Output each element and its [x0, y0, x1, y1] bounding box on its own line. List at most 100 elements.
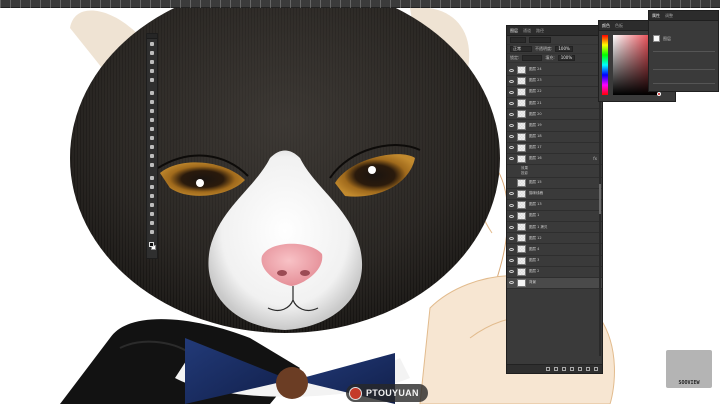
layer-row[interactable]: 图层 3: [507, 256, 602, 267]
shape-tool-icon[interactable]: [147, 201, 157, 209]
layer-row[interactable]: 图层 12: [507, 233, 602, 245]
clone-stamp-tool-icon[interactable]: [147, 116, 157, 124]
layer-thumbnail: [517, 154, 526, 163]
layer-row[interactable]: 图层 24: [507, 65, 602, 77]
layers-panel-tabs: 图层 通道 路径: [507, 26, 602, 36]
foreground-color-swatch[interactable]: [149, 242, 154, 247]
quick-select-tool-icon[interactable]: [147, 67, 157, 75]
adjustment-layer-icon[interactable]: [570, 367, 574, 371]
layer-effects-icon[interactable]: fx: [593, 156, 597, 161]
color-picker-handle[interactable]: [657, 92, 661, 96]
visibility-eye-icon[interactable]: [509, 236, 514, 240]
lock-fill-row: 锁定: 填充: 100%: [507, 54, 602, 63]
visibility-eye-icon[interactable]: [509, 146, 514, 150]
tab-swatches[interactable]: 色板: [615, 23, 623, 28]
properties-divider: [653, 51, 715, 52]
visibility-eye-icon[interactable]: [509, 281, 514, 285]
layer-row[interactable]: 图层 23: [507, 76, 602, 88]
visibility-eye-icon[interactable]: [509, 90, 514, 94]
layer-row[interactable]: 图层 2: [507, 267, 602, 278]
path-select-tool-icon[interactable]: [147, 192, 157, 200]
zoom-tool-icon[interactable]: [147, 219, 157, 227]
new-group-icon[interactable]: [578, 367, 582, 371]
layer-row[interactable]: 图层 17: [507, 143, 602, 154]
layer-thumbnail: [517, 234, 526, 243]
visibility-eye-icon[interactable]: [509, 135, 514, 139]
visibility-eye-icon[interactable]: [509, 270, 514, 274]
brush-tool-icon[interactable]: [147, 107, 157, 115]
layer-name: 图层 2: [529, 268, 540, 273]
visibility-eye-icon[interactable]: [509, 225, 514, 229]
layer-filter-icons[interactable]: [529, 37, 551, 43]
layer-row[interactable]: 图层 18: [507, 132, 602, 143]
type-tool-icon[interactable]: [147, 183, 157, 191]
tab-paths[interactable]: 路径: [536, 28, 544, 33]
opacity-input[interactable]: 100%: [555, 46, 573, 52]
layer-row[interactable]: 图层 19: [507, 120, 602, 132]
layer-row[interactable]: 猫咪线稿: [507, 189, 602, 201]
visibility-eye-icon[interactable]: [509, 68, 514, 72]
layer-row[interactable]: 图层 1: [507, 211, 602, 223]
fill-input[interactable]: 100%: [557, 55, 576, 61]
layer-row[interactable]: 图层 20: [507, 109, 602, 121]
visibility-eye-icon[interactable]: [509, 247, 514, 251]
layer-row[interactable]: 图层 15: [507, 178, 602, 189]
dodge-tool-icon[interactable]: [147, 161, 157, 169]
watermark-logo-icon: [349, 386, 362, 400]
move-tool-icon[interactable]: [147, 40, 157, 48]
layer-row[interactable]: 背景: [507, 277, 602, 289]
toolbar-grip[interactable]: [147, 34, 157, 39]
layer-name: 图层 15: [529, 180, 542, 185]
marquee-tool-icon[interactable]: [147, 49, 157, 57]
blur-tool-icon[interactable]: [147, 152, 157, 160]
new-layer-icon[interactable]: [586, 367, 590, 371]
visibility-eye-icon[interactable]: [509, 157, 514, 161]
visibility-eye-icon[interactable]: [509, 112, 514, 116]
history-brush-tool-icon[interactable]: [147, 125, 157, 133]
hand-tool-icon[interactable]: [147, 210, 157, 218]
tab-properties[interactable]: 属性: [652, 13, 660, 18]
pen-tool-icon[interactable]: [147, 174, 157, 182]
layer-row[interactable]: 图层 13: [507, 200, 602, 212]
layers-scrollbar[interactable]: [599, 66, 601, 356]
opacity-label: 不透明度:: [535, 46, 553, 51]
layer-row[interactable]: 图层 16 fx: [507, 154, 602, 165]
visibility-eye-icon[interactable]: [509, 192, 514, 196]
tab-channels[interactable]: 通道: [523, 28, 531, 33]
link-layers-icon[interactable]: [546, 367, 550, 371]
lasso-tool-icon[interactable]: [147, 58, 157, 66]
layer-thumbnail: [517, 110, 526, 119]
tab-layers[interactable]: 图层: [510, 28, 518, 33]
hue-slider[interactable]: [602, 35, 608, 95]
eyedropper-tool-icon[interactable]: [147, 89, 157, 97]
tab-adjustments[interactable]: 调整: [665, 13, 673, 18]
layer-row[interactable]: 图层 1 拷贝: [507, 222, 602, 234]
lock-icons[interactable]: [522, 55, 543, 61]
layer-row[interactable]: 图层 21: [507, 98, 602, 110]
trash-icon[interactable]: [594, 367, 598, 371]
tab-color[interactable]: 颜色: [602, 23, 610, 28]
blend-mode-select[interactable]: 正常: [510, 46, 532, 52]
healing-tool-icon[interactable]: [147, 98, 157, 106]
visibility-eye-icon[interactable]: [509, 79, 514, 83]
visibility-eye-icon[interactable]: [509, 101, 514, 105]
layer-effects-group[interactable]: 效果 投影: [507, 165, 602, 178]
visibility-eye-icon[interactable]: [509, 214, 514, 218]
mores-tool-icon[interactable]: [147, 228, 157, 236]
add-mask-icon[interactable]: [562, 367, 566, 371]
visibility-eye-icon[interactable]: [509, 124, 514, 128]
layer-name: 图层 4: [529, 246, 540, 251]
layer-name: 图层 17: [529, 144, 542, 149]
visibility-eye-icon[interactable]: [509, 259, 514, 263]
layers-panel: 图层 通道 路径 正常 不透明度: 100% 锁定: 填充: 100% 图层 2…: [506, 25, 603, 374]
layer-row[interactable]: 图层 22: [507, 87, 602, 99]
visibility-eye-icon[interactable]: [509, 181, 514, 184]
crop-tool-icon[interactable]: [147, 76, 157, 84]
blend-opacity-row: 正常 不透明度: 100%: [507, 45, 602, 54]
layer-row[interactable]: 图层 4: [507, 244, 602, 256]
add-style-icon[interactable]: [554, 367, 558, 371]
layer-kind-filter[interactable]: [510, 37, 526, 43]
visibility-eye-icon[interactable]: [509, 203, 514, 207]
gradient-tool-icon[interactable]: [147, 143, 157, 151]
eraser-tool-icon[interactable]: [147, 134, 157, 142]
